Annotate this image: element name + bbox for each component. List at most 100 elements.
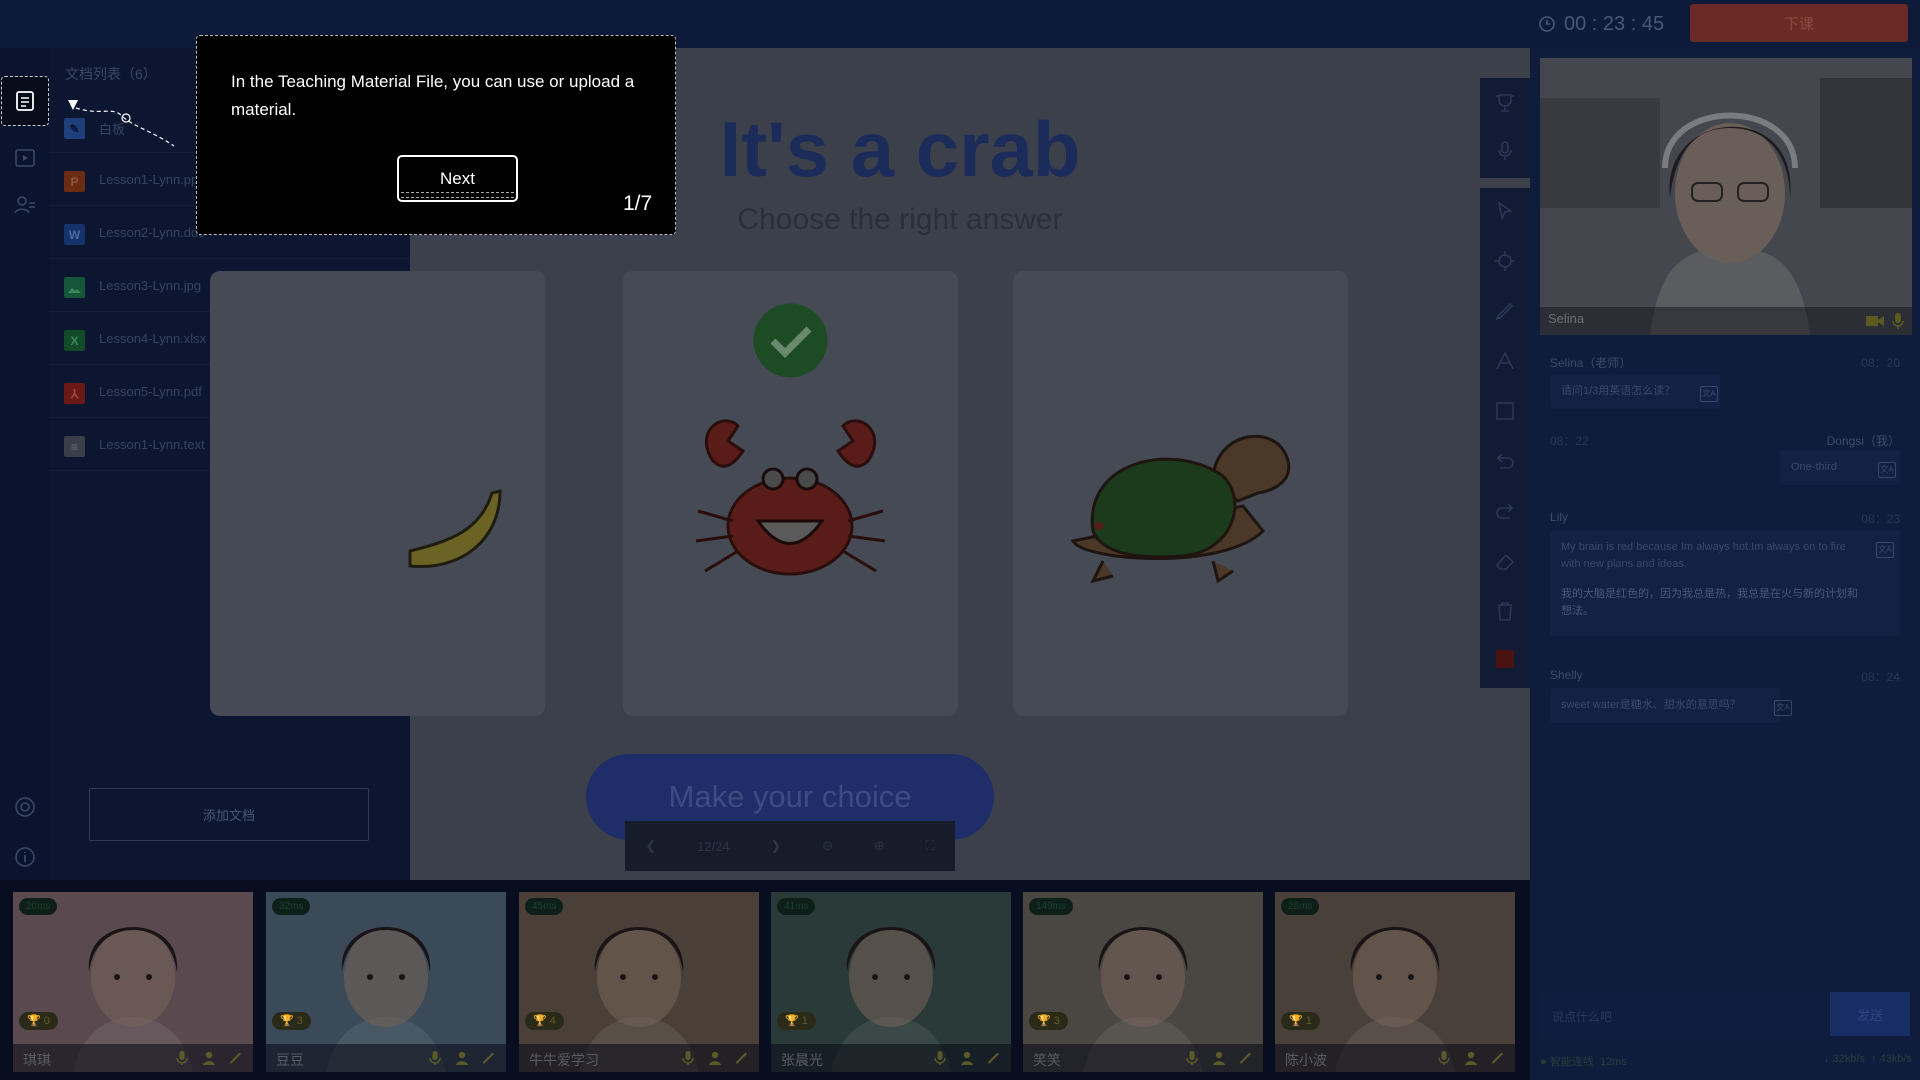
student-mic-icon[interactable] <box>1185 1051 1199 1065</box>
shape-tool-icon[interactable] <box>1494 400 1516 422</box>
guide-text: In the Teaching Material File, you can u… <box>231 72 635 119</box>
answer-card-crab[interactable] <box>623 271 958 716</box>
undo-icon[interactable] <box>1494 450 1516 472</box>
chat-time: 08：22 <box>1550 434 1589 448</box>
student-tile[interactable]: 41ms 🏆 1 张晨光 <box>771 892 1011 1072</box>
student-trophy-count: 🏆 0 <box>19 1012 58 1030</box>
turtle-image <box>1070 434 1291 584</box>
end-class-button[interactable]: 下课 <box>1690 4 1908 42</box>
document-name: Lesson4-Lynn.xlsx <box>99 331 207 346</box>
color-picker-swatch[interactable] <box>1496 650 1514 668</box>
excel-file-icon: X <box>64 330 85 351</box>
teacher-mic-icon[interactable] <box>1892 313 1904 329</box>
student-trophy-count: 🏆 1 <box>777 1012 816 1030</box>
student-mic-icon[interactable] <box>1437 1051 1451 1065</box>
student-tile[interactable]: 28ms 🏆 1 陈小波 <box>1275 892 1515 1072</box>
microphone-icon[interactable] <box>1494 140 1516 162</box>
student-draw-permission-icon[interactable] <box>1239 1051 1253 1065</box>
guide-highlight[interactable] <box>1 76 49 126</box>
answer-card-turtle[interactable] <box>1013 271 1348 716</box>
camera-icon[interactable] <box>1866 315 1884 327</box>
cursor-icon[interactable] <box>1494 200 1516 222</box>
chat-input[interactable]: 说点什么吧 <box>1540 994 1844 1038</box>
clear-trash-icon[interactable] <box>1494 600 1516 622</box>
student-stage-icon[interactable] <box>1212 1051 1226 1065</box>
student-name: 琪琪 <box>23 1052 51 1068</box>
document-name: Lesson2-Lynn.doc <box>99 225 205 240</box>
student-mic-icon[interactable] <box>933 1051 947 1065</box>
prev-page-icon[interactable]: ❮ <box>645 838 656 854</box>
document-list-icon[interactable] <box>14 90 36 112</box>
send-button[interactable]: 发送 <box>1830 992 1910 1036</box>
teacher-video: Selina <box>1540 58 1912 335</box>
guide-next-button[interactable]: Next <box>397 155 518 202</box>
document-list-title: 文档列表（6） <box>65 66 157 82</box>
document-name: Lesson1-Lynn.text <box>99 437 205 452</box>
chat-translation-text: 我的大脑是红色的，因为我总是热，我总是在火与新的计划和想法。 <box>1561 588 1858 617</box>
settings-icon[interactable] <box>12 794 38 820</box>
courseware-icon[interactable] <box>12 146 38 172</box>
student-tile[interactable]: 45ms 🏆 4 牛牛爱学习 <box>519 892 759 1072</box>
chat-time: 08：23 <box>1861 512 1900 526</box>
student-stage-icon[interactable] <box>1464 1051 1478 1065</box>
top-tool-group <box>1480 78 1530 178</box>
eraser-icon[interactable] <box>1494 550 1516 572</box>
student-draw-permission-icon[interactable] <box>229 1051 243 1065</box>
student-stage-icon[interactable] <box>455 1051 469 1065</box>
student-bar: 笑笑 <box>1023 1044 1263 1072</box>
draw-tool-group <box>1480 188 1530 688</box>
student-draw-permission-icon[interactable] <box>482 1051 496 1065</box>
text-tool-icon[interactable] <box>1494 350 1516 372</box>
student-draw-permission-icon[interactable] <box>1491 1051 1505 1065</box>
banana-image <box>408 489 502 569</box>
student-draw-permission-icon[interactable] <box>987 1051 1001 1065</box>
zoom-out-icon[interactable]: ⊖ <box>822 838 833 854</box>
clock-icon <box>1539 16 1555 32</box>
crab-image <box>695 419 886 576</box>
pencil-icon[interactable] <box>1494 300 1516 322</box>
student-mic-icon[interactable] <box>175 1051 189 1065</box>
translate-icon[interactable]: 文A <box>1878 462 1896 478</box>
student-mic-icon[interactable] <box>428 1051 442 1065</box>
student-tile[interactable]: 32ms 🏆 3 豆豆 <box>266 892 506 1072</box>
pdf-file-icon: ⅄ <box>64 383 85 404</box>
answer-card-banana[interactable] <box>210 271 545 716</box>
student-draw-permission-icon[interactable] <box>735 1051 749 1065</box>
slide-title: It's a crab <box>719 105 1081 193</box>
student-tile[interactable]: 149ms 🏆 3 笑笑 <box>1023 892 1263 1072</box>
student-tile[interactable]: 20ms 🏆 0 琪琪 <box>13 892 253 1072</box>
add-document-button[interactable]: 添加文档 <box>89 788 369 841</box>
translate-icon[interactable]: 文A <box>1774 700 1792 716</box>
slide-subtitle: Choose the right answer <box>737 203 1063 236</box>
slide-pager: ❮ 12/24 ❯ ⊖ ⊕ ⛶ <box>625 821 955 871</box>
translate-icon[interactable]: 文A <box>1700 386 1718 402</box>
zoom-in-icon[interactable]: ⊕ <box>874 838 885 854</box>
student-stage-icon[interactable] <box>708 1051 722 1065</box>
chat-time: 08：20 <box>1861 356 1900 370</box>
chat-message: Shelly 08：24 <box>1550 668 1900 684</box>
redo-icon[interactable] <box>1494 500 1516 522</box>
student-name: 笑笑 <box>1033 1052 1061 1068</box>
trophy-icon[interactable] <box>1494 92 1516 114</box>
student-trophy-count: 🏆 1 <box>1281 1012 1320 1030</box>
student-mic-icon[interactable] <box>681 1051 695 1065</box>
timer-value: 00 : 23 : 45 <box>1564 12 1665 35</box>
drawing-toolbar <box>1480 78 1530 688</box>
next-page-icon[interactable]: ❯ <box>770 838 781 854</box>
right-panel: Selina Selina（老师） 08：20 请问1/3用英语怎么读？ 文A … <box>1530 48 1920 1080</box>
fullscreen-icon[interactable]: ⛶ <box>925 838 934 854</box>
correct-check-icon <box>753 303 828 378</box>
laser-pointer-icon[interactable] <box>1494 250 1516 272</box>
student-stage-icon[interactable] <box>202 1051 216 1065</box>
text-file-icon: ≡ <box>64 436 85 457</box>
student-stage-icon[interactable] <box>960 1051 974 1065</box>
document-name: Lesson1-Lynn.ppt <box>99 172 202 187</box>
info-icon[interactable] <box>12 844 38 870</box>
guide-step-indicator: 1/7 <box>623 192 653 215</box>
teacher-portrait-image <box>1540 58 1912 335</box>
network-status: ● 智能连线 12ms ↓ 32kb/s ↑ 43kb/s <box>1540 1053 1912 1069</box>
student-latency: 32ms <box>272 898 311 915</box>
users-icon[interactable] <box>12 192 38 218</box>
chat-sender: Shelly <box>1550 668 1583 682</box>
translate-icon[interactable]: 文A <box>1876 542 1894 558</box>
